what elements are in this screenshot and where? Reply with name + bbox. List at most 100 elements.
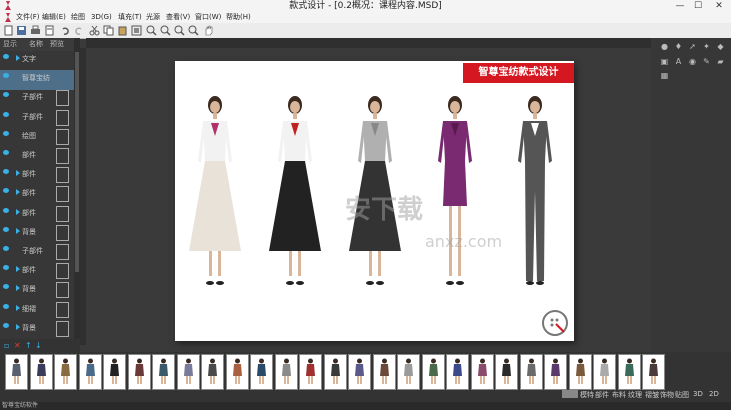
model-thumbnail[interactable] <box>421 354 445 390</box>
undo-icon[interactable] <box>60 25 71 36</box>
model-thumbnail[interactable] <box>299 354 322 390</box>
layer-row[interactable]: 部件 <box>0 147 74 167</box>
visibility-icon[interactable] <box>3 322 9 328</box>
library-tab[interactable]: 2D <box>709 390 719 398</box>
menu-help[interactable]: 帮助(H) <box>226 12 251 23</box>
model-thumbnail[interactable] <box>372 354 396 390</box>
visibility-icon[interactable] <box>3 246 9 251</box>
add-layer-icon[interactable]: ▫ <box>4 341 9 350</box>
fashion-figure[interactable] <box>438 96 472 285</box>
model-thumbnail[interactable] <box>348 354 371 390</box>
visibility-icon[interactable] <box>3 303 9 309</box>
tab-show[interactable]: 显示 <box>3 39 17 49</box>
expand-arrow-icon[interactable] <box>16 208 20 215</box>
model-thumbnail[interactable] <box>250 354 273 390</box>
layer-row[interactable]: 子部件 <box>0 243 74 263</box>
library-tab[interactable]: 饰物 <box>660 390 674 400</box>
visibility-icon[interactable] <box>3 73 9 79</box>
library-tab[interactable]: 模特 <box>580 390 594 400</box>
layer-row[interactable]: 细褶 <box>0 301 74 321</box>
tab-preview[interactable]: 预览 <box>50 39 64 49</box>
menu-3d[interactable]: 3D(G) <box>91 12 112 23</box>
visibility-icon[interactable] <box>3 111 9 117</box>
model-thumbnail[interactable] <box>568 354 592 390</box>
fashion-figure[interactable] <box>518 96 552 285</box>
library-tab[interactable]: 贴图 <box>675 390 689 400</box>
brush-tool-icon[interactable]: ✎ <box>702 57 711 66</box>
model-thumbnail[interactable] <box>176 354 200 390</box>
fashion-figure[interactable] <box>189 96 241 285</box>
library-tab[interactable]: 纹理 <box>628 390 642 400</box>
model-thumbnail[interactable] <box>78 354 102 390</box>
model-thumbnail[interactable] <box>617 354 641 390</box>
library-tab[interactable]: 部件 <box>595 390 609 400</box>
expand-arrow-icon[interactable] <box>16 323 20 330</box>
text-tool-icon[interactable]: A <box>674 57 683 66</box>
zoom-icon[interactable] <box>542 310 568 336</box>
move-down-icon[interactable]: ↓ <box>35 341 42 350</box>
cut-icon[interactable] <box>89 25 100 36</box>
layer-row[interactable]: 智尊宝纺 <box>0 70 74 91</box>
frame-icon[interactable] <box>131 25 142 36</box>
layer-row[interactable]: 部件 <box>0 262 74 282</box>
design-canvas[interactable]: 智尊宝纺款式设计 安下载 anxz.com <box>86 48 651 345</box>
model-thumbnail[interactable] <box>397 354 420 390</box>
visibility-icon[interactable] <box>3 207 9 213</box>
layer-row[interactable]: 子部件 <box>0 89 74 109</box>
visibility-icon[interactable] <box>3 130 9 136</box>
layer-row[interactable]: 背景 <box>0 320 74 340</box>
model-thumbnail[interactable] <box>201 354 224 390</box>
library-tab[interactable]: 3D <box>693 390 703 398</box>
paste-icon[interactable] <box>117 25 128 36</box>
model-thumbnail[interactable] <box>323 354 347 390</box>
tab-name[interactable]: 名称 <box>29 39 43 49</box>
layer-row[interactable]: 子部件 <box>0 109 74 129</box>
expand-arrow-icon[interactable] <box>16 189 20 196</box>
select-tool-icon[interactable]: ➚ <box>688 42 697 51</box>
expand-arrow-icon[interactable] <box>16 227 20 234</box>
node-tool-icon[interactable]: ✦ <box>702 42 711 51</box>
menu-edit[interactable]: 编辑(E) <box>42 12 66 23</box>
layer-row[interactable]: 部件 <box>0 185 74 205</box>
expand-arrow-icon[interactable] <box>16 304 20 311</box>
visibility-icon[interactable] <box>3 54 9 59</box>
close-button[interactable]: ✕ <box>709 0 729 12</box>
model-thumbnail[interactable] <box>5 354 28 390</box>
delete-layer-icon[interactable]: ✕ <box>14 341 21 350</box>
color-swatch[interactable] <box>562 390 578 398</box>
model-thumbnail[interactable] <box>54 354 77 390</box>
model-thumbnail[interactable] <box>446 354 469 390</box>
expand-arrow-icon[interactable] <box>16 55 20 61</box>
menu-file[interactable]: 文件(F) <box>16 12 40 23</box>
visibility-icon[interactable] <box>3 169 9 175</box>
save-icon[interactable] <box>16 25 27 36</box>
print-icon[interactable] <box>30 25 41 36</box>
image-tool-icon[interactable]: ▣ <box>660 57 669 66</box>
model-thumbnail[interactable] <box>519 354 543 390</box>
model-thumbnail[interactable] <box>642 354 665 390</box>
expand-arrow-icon[interactable] <box>16 285 20 292</box>
zoom-out-icon[interactable] <box>160 25 171 36</box>
point-tool-icon[interactable]: ● <box>660 42 669 51</box>
menu-fill[interactable]: 填充(T) <box>118 12 142 23</box>
layer-row[interactable]: 绘图 <box>0 128 74 148</box>
pen-tool-icon[interactable]: ♦ <box>674 42 683 51</box>
menu-light[interactable]: 光源 <box>146 12 160 23</box>
layer-row[interactable]: 部件 <box>0 166 74 186</box>
fashion-figure[interactable] <box>269 96 321 285</box>
model-thumbnail[interactable] <box>127 354 151 390</box>
zoom-page-icon[interactable] <box>188 25 199 36</box>
library-tab[interactable]: 布料 <box>612 390 626 400</box>
visibility-icon[interactable] <box>3 150 9 155</box>
maximize-button[interactable]: ☐ <box>688 0 708 12</box>
layer-row[interactable]: 文字 <box>0 51 74 71</box>
menu-view[interactable]: 查看(V) <box>166 12 190 23</box>
model-thumbnail[interactable] <box>593 354 616 390</box>
visibility-icon[interactable] <box>3 92 9 98</box>
menu-window[interactable]: 窗口(W) <box>195 12 221 23</box>
layer-row[interactable]: 背景 <box>0 224 74 244</box>
menu-draw[interactable]: 绘图 <box>71 12 85 23</box>
visibility-icon[interactable] <box>3 188 9 194</box>
page-icon[interactable] <box>44 25 55 36</box>
model-thumbnail[interactable] <box>495 354 518 390</box>
